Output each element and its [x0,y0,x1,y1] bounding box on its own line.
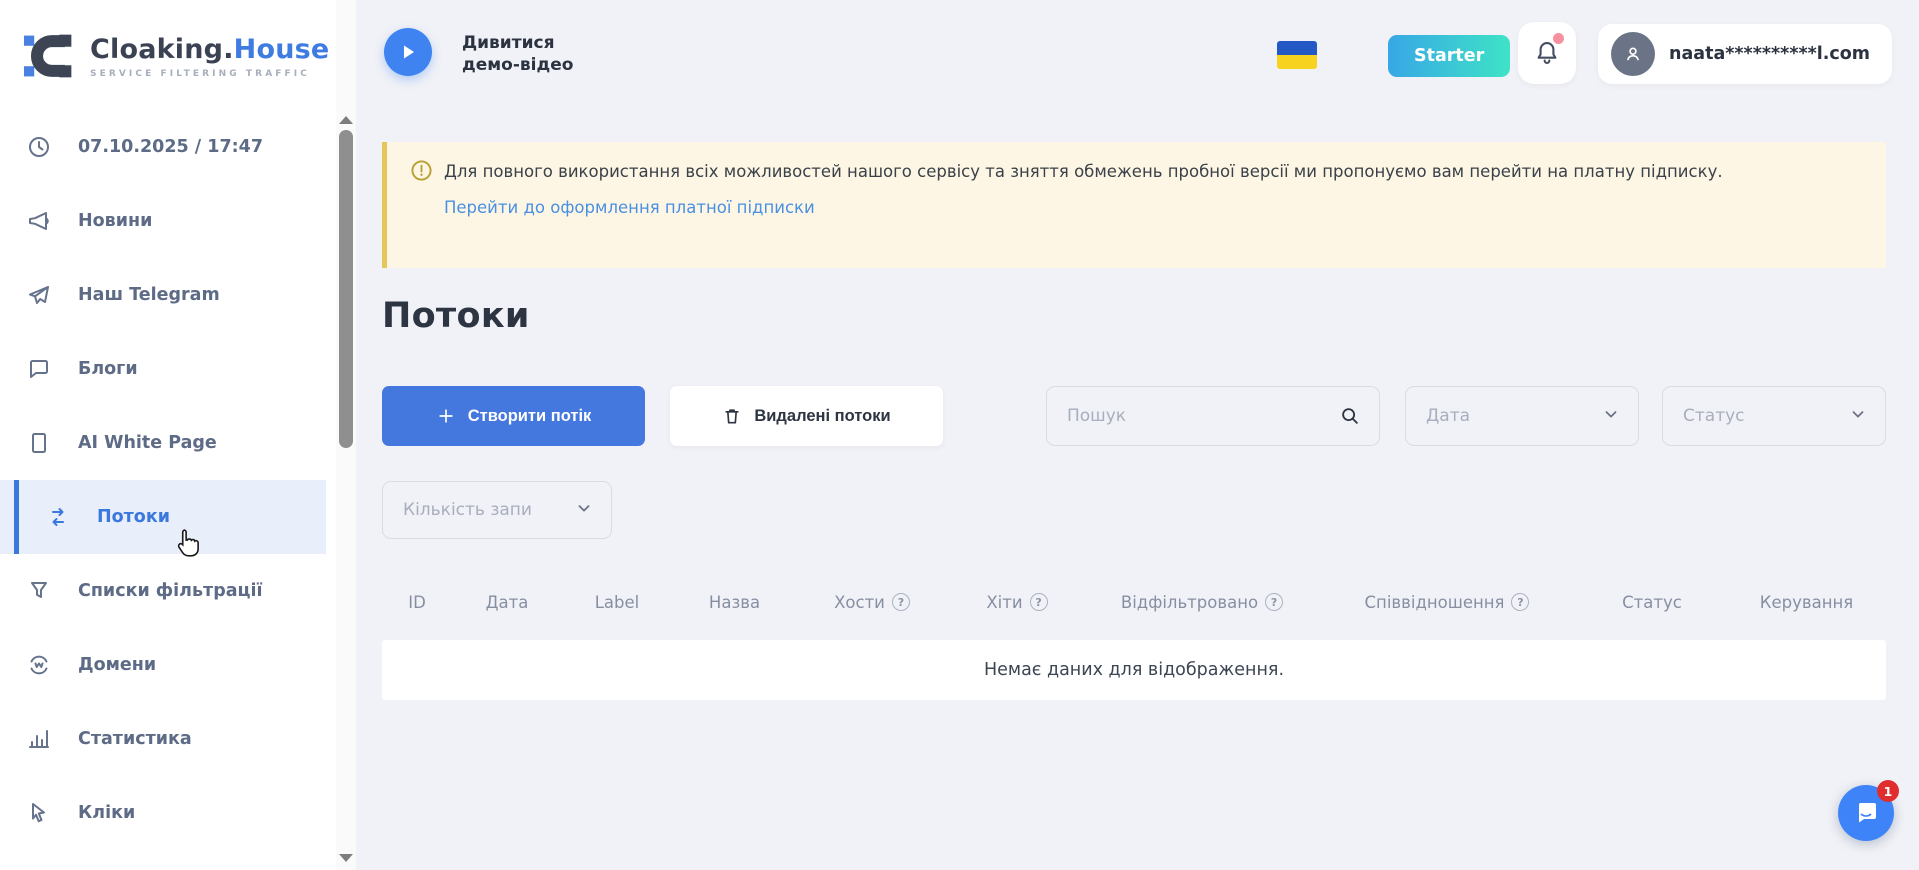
per-page-dropdown[interactable]: Кількість запи [382,481,612,539]
search-icon[interactable] [1339,405,1361,427]
streams-table-header: ID Дата Label Назва Хости ? Хіти ? Відфі… [382,585,1886,619]
chat-icon [26,356,52,382]
page-title: Потоки [382,296,530,336]
table-column-header[interactable]: Співвідношення ? [1317,593,1577,612]
chat-unread-badge: 1 [1877,780,1899,802]
plan-badge[interactable]: Starter [1388,35,1510,77]
scroll-up-arrow-icon[interactable] [339,116,353,124]
table-column-header[interactable]: Керування [1727,593,1886,612]
deleted-streams-button[interactable]: Видалені потоки [670,386,943,446]
brand-tagline: SERVICE FILTERING TRAFFIC [90,69,329,79]
plus-icon [436,406,456,426]
scrollbar-thumb[interactable] [339,130,353,448]
trial-banner-message: Для повного використання всіх можливосте… [444,159,1723,185]
sidebar-scrollbar[interactable] [336,0,356,870]
megaphone-icon [26,208,52,234]
search-input[interactable] [1047,406,1339,426]
brand-name: Cloaking.House [90,34,329,65]
sidebar-item-clock[interactable]: 07.10.2025 / 17:47 [0,110,326,184]
play-icon [398,42,418,62]
sidebar-item-chat[interactable]: Блоги [0,332,326,406]
search-field [1046,386,1380,446]
demo-video-label[interactable]: Дивитися демо-відео [462,32,573,76]
date-filter-dropdown[interactable]: Дата [1405,386,1639,446]
chat-widget-button[interactable]: 1 [1838,785,1894,841]
user-email: naata**********l.com [1669,44,1870,64]
stats-icon [26,726,52,752]
domain-icon [26,652,52,678]
table-column-header[interactable]: ID [382,593,452,612]
sidebar-item-telegram[interactable]: Наш Telegram [0,258,326,332]
sidebar-item-stats[interactable]: Статистика [0,702,326,776]
demo-video-play-button[interactable] [384,28,432,76]
clicks-icon [26,800,52,826]
help-icon[interactable]: ? [1511,593,1529,611]
mouse-cursor-icon [172,528,200,562]
sidebar-item-domain[interactable]: Домени [0,628,326,702]
filter-icon [26,578,52,604]
sidebar-item-filter[interactable]: Списки фільтрації [0,554,326,628]
upgrade-subscription-link[interactable]: Перейти до оформлення платної підписки [444,198,815,217]
table-column-header[interactable]: Хіти ? [947,593,1087,612]
warning-icon [411,160,432,185]
page-icon [26,430,52,456]
table-column-header[interactable]: Назва [672,593,797,612]
brand-logo-icon [24,28,76,84]
chevron-down-icon [1849,405,1867,428]
avatar [1611,32,1655,76]
telegram-icon [26,282,52,308]
chat-bubble-icon [1852,799,1880,827]
help-icon[interactable]: ? [1030,593,1048,611]
person-icon [1622,43,1644,65]
chevron-down-icon [1602,405,1620,428]
trash-icon [722,406,742,426]
table-column-header[interactable]: Статус [1577,593,1727,612]
language-flag-ukraine[interactable] [1277,41,1317,69]
table-column-header[interactable]: Дата [452,593,562,612]
sidebar: Cloaking.House SERVICE FILTERING TRAFFIC… [0,0,356,870]
sidebar-item-clicks[interactable]: Кліки [0,776,326,850]
sidebar-item-megaphone[interactable]: Новини [0,184,326,258]
table-column-header[interactable]: Label [562,593,672,612]
brand-logo[interactable]: Cloaking.House SERVICE FILTERING TRAFFIC [0,0,356,84]
sidebar-item-page[interactable]: AI White Page [0,406,326,480]
create-stream-button[interactable]: Створити потік [382,386,645,446]
status-filter-dropdown[interactable]: Статус [1662,386,1886,446]
help-icon[interactable]: ? [1265,593,1283,611]
help-icon[interactable]: ? [892,593,910,611]
clock-icon [26,134,52,160]
table-column-header[interactable]: Відфільтровано ? [1087,593,1317,612]
table-empty-state: Немає даних для відображення. [382,640,1886,700]
scroll-down-arrow-icon[interactable] [339,854,353,862]
streams-icon [45,504,71,530]
trial-banner: Для повного використання всіх можливосте… [382,142,1886,268]
notification-dot [1553,33,1564,44]
table-column-header[interactable]: Хости ? [797,593,947,612]
sidebar-menu: 07.10.2025 / 17:47 Новини Наш Telegram Б… [0,110,326,850]
sidebar-item-streams[interactable]: Потоки [0,480,326,554]
notifications-button[interactable] [1518,22,1576,84]
user-account-button[interactable]: naata**********l.com [1598,24,1892,84]
chevron-down-icon [575,499,593,522]
